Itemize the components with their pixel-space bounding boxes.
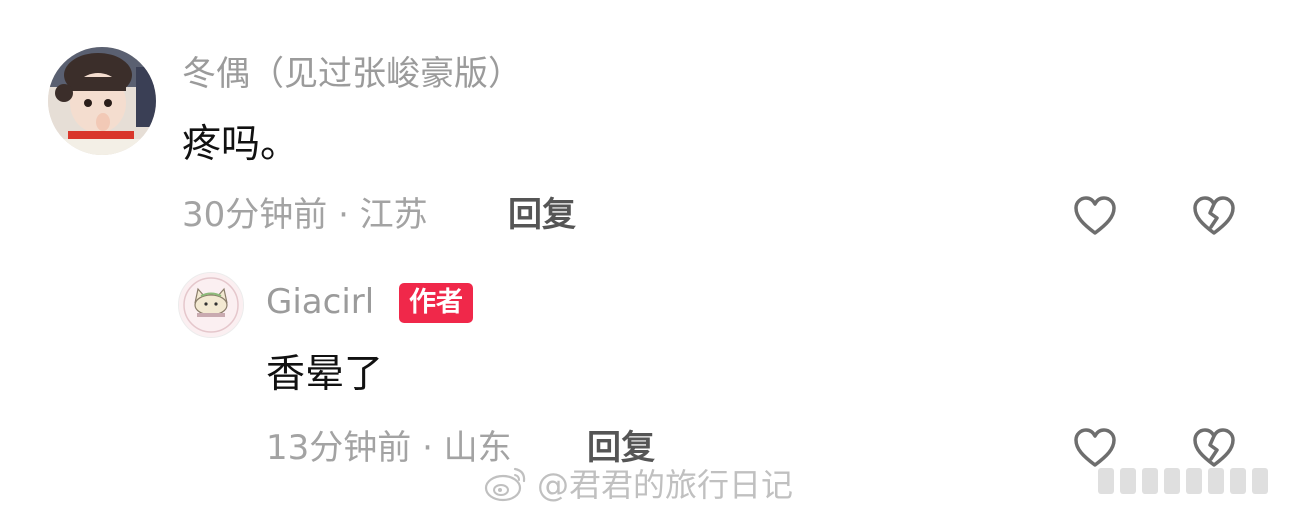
broken-heart-icon[interactable] — [1190, 424, 1238, 472]
heart-icon[interactable] — [1071, 192, 1119, 240]
avatar-cat-image — [179, 273, 243, 337]
reply-meta: 13分钟前 · 山东 — [266, 428, 512, 468]
reply-username[interactable]: Giacirl — [266, 280, 374, 324]
reply-button[interactable]: 回复 — [508, 193, 576, 237]
comment-meta: 30分钟前 · 江苏 — [182, 195, 428, 235]
author-badge: 作者 — [399, 283, 473, 323]
broken-heart-icon[interactable] — [1190, 192, 1238, 240]
heart-icon[interactable] — [1071, 424, 1119, 472]
comment-text: 疼吗。 — [182, 122, 300, 167]
comment-username[interactable]: 冬偶（见过张峻豪版） — [182, 52, 522, 96]
avatar[interactable] — [48, 47, 156, 155]
watermark-text: @君君的旅行日记 — [537, 466, 794, 504]
weibo-logo-icon — [484, 467, 526, 502]
watermark: @君君的旅行日记 — [483, 460, 793, 506]
blurred-placeholder — [1098, 466, 1280, 496]
reply-text: 香晕了 — [266, 352, 384, 397]
avatar-child-image — [48, 47, 156, 155]
reply-avatar[interactable] — [178, 272, 244, 338]
